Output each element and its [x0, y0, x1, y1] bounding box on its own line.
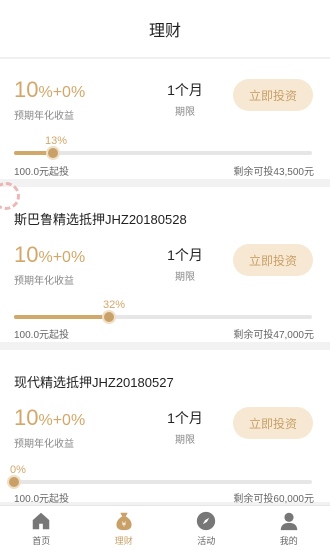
- tab-home[interactable]: 首页: [0, 506, 83, 550]
- term-label: 期限: [175, 272, 195, 283]
- remaining-amount-text: 剩余可投47,000元: [233, 330, 314, 341]
- progress-percent: 13%: [45, 135, 68, 147]
- remaining-amount-text: 剩余可投60,000元: [233, 494, 314, 505]
- product-card-3[interactable]: 现代精选抵押JHZ20180527 10%+0% 预期年化收益 1个月 期限 立…: [0, 350, 330, 505]
- expected-rate: 10%+0%: [14, 77, 86, 102]
- remaining-amount-text: 剩余可投43,500元: [233, 167, 314, 178]
- rate-label: 预期年化收益: [14, 111, 74, 122]
- term-label: 期限: [175, 435, 195, 446]
- progress-track: [14, 312, 312, 322]
- progress-track: [9, 477, 312, 487]
- expected-rate: 10%+0%: [14, 242, 86, 267]
- progress-fill: [14, 151, 53, 155]
- invest-now-button[interactable]: 立即投资: [233, 244, 313, 276]
- min-invest-text: 100.0元起投: [14, 167, 70, 178]
- progress-track: [14, 148, 312, 158]
- term-label: 期限: [175, 107, 195, 118]
- term-value: 1个月: [167, 82, 203, 98]
- product-card-1[interactable]: 10%+0% 预期年化收益 1个月 期限 立即投资 13% 100.0元起投 剩…: [0, 59, 330, 179]
- tab-finance[interactable]: ¥ 理财: [83, 506, 166, 550]
- product-name: 斯巴鲁精选抵押JHZ20180528: [14, 212, 187, 227]
- progress-knob: [104, 312, 115, 322]
- page-title: 理财: [148, 22, 181, 40]
- user-icon: [280, 512, 297, 530]
- invest-now-button[interactable]: 立即投资: [233, 407, 313, 439]
- progress-fill: [14, 315, 110, 319]
- min-invest-text: 100.0元起投: [14, 330, 70, 341]
- expected-rate: 10%+0%: [14, 405, 86, 430]
- progress-knob: [9, 477, 19, 487]
- bottom-tab-bar: 首页 ¥ 理财 活动 我的: [0, 505, 330, 550]
- home-icon: [33, 512, 50, 529]
- term-value: 1个月: [167, 410, 203, 426]
- tab-label: 我的: [279, 535, 298, 546]
- svg-text:¥: ¥: [121, 519, 126, 528]
- rate-label: 预期年化收益: [14, 439, 74, 450]
- tab-label: 理财: [114, 535, 133, 546]
- progress-knob: [47, 148, 58, 158]
- progress-percent: 0%: [10, 464, 26, 476]
- invest-now-button[interactable]: 立即投资: [233, 79, 313, 111]
- tab-label: 活动: [197, 535, 216, 546]
- product-name: 现代精选抵押JHZ20180527: [14, 375, 174, 390]
- money-bag-icon: ¥: [116, 512, 132, 530]
- min-invest-text: 100.0元起投: [14, 494, 70, 505]
- tab-activity[interactable]: 活动: [165, 506, 248, 550]
- tab-mine[interactable]: 我的: [248, 506, 330, 550]
- page-header: 理财: [0, 0, 330, 58]
- term-value: 1个月: [167, 247, 203, 263]
- rate-label: 预期年化收益: [14, 276, 74, 287]
- product-card-2[interactable]: 斯巴鲁精选抵押JHZ20180528 10%+0% 预期年化收益 1个月 期限 …: [0, 187, 330, 342]
- tab-label: 首页: [32, 535, 51, 546]
- progress-percent: 32%: [103, 299, 126, 311]
- compass-icon: [197, 511, 216, 530]
